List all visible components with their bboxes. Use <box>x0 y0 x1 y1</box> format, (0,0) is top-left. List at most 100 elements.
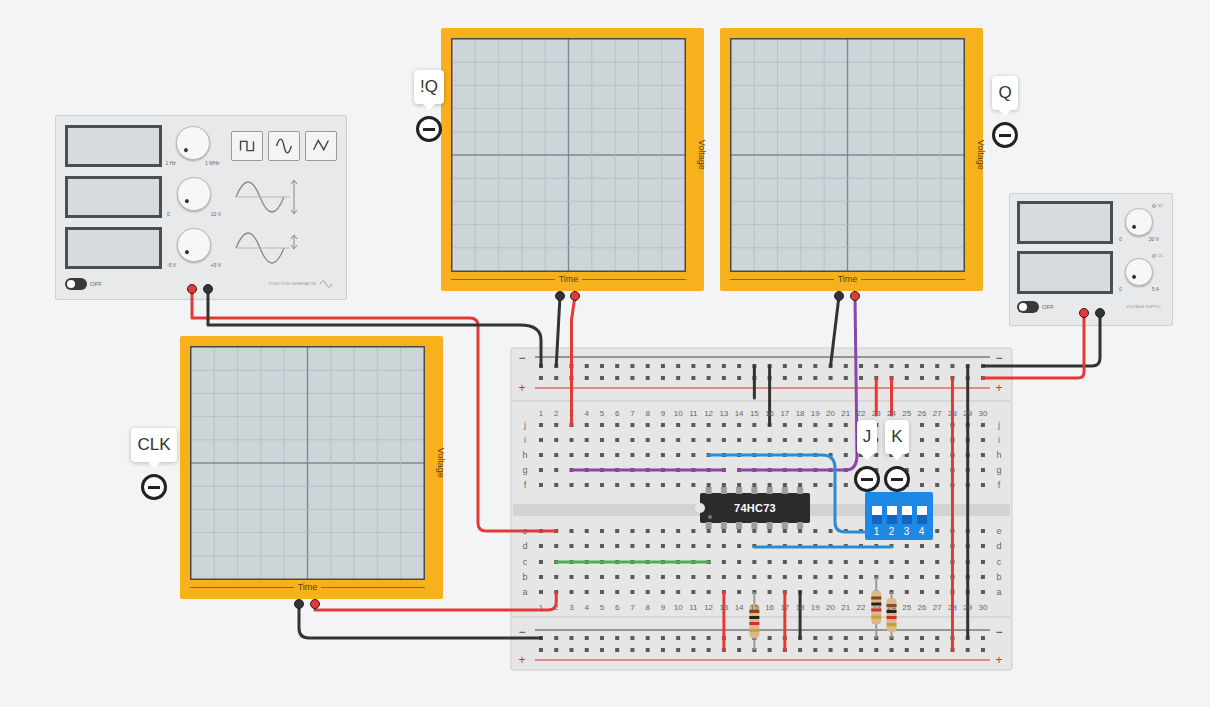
svg-text:+: + <box>995 653 1002 667</box>
terminal[interactable] <box>204 285 213 294</box>
wire[interactable] <box>192 289 556 531</box>
wire[interactable] <box>571 296 575 425</box>
terminal[interactable] <box>1080 309 1089 318</box>
resistor[interactable] <box>871 577 881 638</box>
knob[interactable] <box>176 126 210 160</box>
svg-text:16: 16 <box>765 409 774 418</box>
switch-slot[interactable] <box>872 506 882 524</box>
wire[interactable] <box>831 296 839 366</box>
display <box>65 227 162 269</box>
probe[interactable]: J <box>852 420 882 492</box>
wire[interactable] <box>571 469 723 472</box>
svg-text:24: 24 <box>887 603 896 612</box>
wire[interactable] <box>754 546 891 549</box>
square-wave-button[interactable] <box>231 131 263 161</box>
wire[interactable] <box>556 296 560 366</box>
display <box>65 176 162 218</box>
wire[interactable] <box>768 366 771 425</box>
oscilloscope: VoltageTime <box>180 336 443 599</box>
wire[interactable] <box>983 313 1100 366</box>
svg-text:21: 21 <box>841 409 850 418</box>
triangle-wave-button[interactable] <box>305 131 337 161</box>
switch-slot[interactable] <box>887 506 897 524</box>
wire[interactable] <box>299 604 541 638</box>
terminal[interactable] <box>835 292 844 301</box>
probe-minus-icon <box>854 466 880 492</box>
svg-text:25: 25 <box>902 409 911 418</box>
svg-text:d: d <box>522 541 527 551</box>
wire[interactable] <box>783 592 786 650</box>
svg-text:11: 11 <box>689 603 698 612</box>
switch-slot[interactable] <box>917 506 927 524</box>
probe[interactable]: CLK <box>122 428 186 500</box>
triangle-wave-icon <box>310 134 332 158</box>
svg-text:5: 5 <box>600 409 605 418</box>
svg-text:29: 29 <box>963 603 972 612</box>
svg-text:22: 22 <box>857 603 866 612</box>
wire[interactable] <box>709 455 868 532</box>
knob[interactable] <box>177 177 211 211</box>
terminal[interactable] <box>311 600 320 609</box>
svg-text:19: 19 <box>811 603 820 612</box>
wire[interactable] <box>556 561 708 564</box>
svg-text:14: 14 <box>735 603 744 612</box>
svg-text:d: d <box>996 541 1001 551</box>
wire[interactable] <box>799 592 802 638</box>
probe-label: Q <box>992 76 1017 110</box>
scope-screen <box>730 38 965 272</box>
y-axis-label: Voltage <box>694 140 708 170</box>
probe[interactable]: Q <box>983 76 1027 148</box>
knob[interactable] <box>1125 258 1153 286</box>
terminal[interactable] <box>851 292 860 301</box>
svg-text:−: − <box>995 351 1002 365</box>
svg-text:25: 25 <box>902 603 911 612</box>
svg-text:24: 24 <box>887 409 896 418</box>
knob[interactable] <box>177 228 211 262</box>
y-axis-label: Voltage <box>973 140 987 170</box>
switch-slot[interactable] <box>902 506 912 524</box>
wiring <box>0 0 1210 707</box>
svg-text:20: 20 <box>826 409 835 418</box>
svg-text:26: 26 <box>918 409 927 418</box>
svg-text:15: 15 <box>750 409 759 418</box>
wire[interactable] <box>739 469 846 472</box>
wire[interactable] <box>753 366 756 398</box>
svg-text:1: 1 <box>539 603 544 612</box>
knob[interactable] <box>1125 208 1153 236</box>
terminal[interactable] <box>1096 309 1105 318</box>
wire[interactable] <box>890 378 893 415</box>
resistor[interactable] <box>887 592 897 638</box>
terminal[interactable] <box>188 285 197 294</box>
svg-text:6: 6 <box>615 409 620 418</box>
wire[interactable] <box>315 592 556 610</box>
dip-switch[interactable]: 1234 <box>865 492 933 540</box>
scope-screen <box>451 38 686 272</box>
wire[interactable] <box>722 592 725 650</box>
probe[interactable]: K <box>882 420 912 492</box>
terminal[interactable] <box>556 292 565 301</box>
wire[interactable] <box>208 289 541 366</box>
wire[interactable] <box>983 313 1084 378</box>
resistor[interactable] <box>749 592 759 650</box>
wire[interactable] <box>875 378 878 415</box>
wire[interactable] <box>951 378 954 650</box>
terminal[interactable] <box>295 600 304 609</box>
function-generator: 1 Hz1 MHz010 V-5 V+5 VOFFFUNCTION GENERA… <box>55 115 347 300</box>
svg-text:a: a <box>996 587 1001 597</box>
svg-text:30: 30 <box>979 603 988 612</box>
power-switch[interactable]: OFF <box>1017 301 1054 313</box>
probe[interactable]: !Q <box>407 70 451 142</box>
display <box>1017 201 1113 244</box>
sine-wave-button[interactable] <box>268 131 300 161</box>
probe-minus-icon <box>141 474 167 500</box>
ic-chip[interactable]: 74HC73 <box>700 493 810 523</box>
svg-text:18: 18 <box>796 603 805 612</box>
x-axis-label: Time <box>838 273 858 285</box>
svg-text:22: 22 <box>857 409 866 418</box>
terminal[interactable] <box>571 292 580 301</box>
svg-text:j: j <box>523 420 526 430</box>
power-switch[interactable]: OFF <box>65 278 102 290</box>
wire[interactable] <box>966 366 969 638</box>
svg-text:c: c <box>523 557 528 567</box>
wire[interactable] <box>846 296 857 470</box>
